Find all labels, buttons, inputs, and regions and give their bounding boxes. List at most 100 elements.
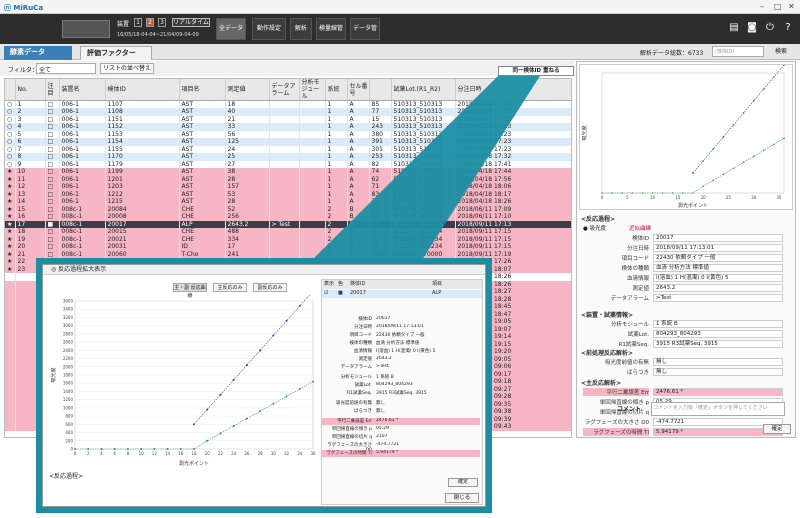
table-cell: 380 [369, 130, 392, 138]
col-value[interactable]: 測定値 [225, 79, 270, 101]
data-point [742, 112, 745, 114]
search-input[interactable]: (検体ID) [712, 46, 764, 57]
table-cell: 510313_510313 [391, 168, 456, 176]
maximize-icon[interactable]: □ [774, 2, 782, 11]
tab-main-sub[interactable]: 主・副 反応曲線 [173, 283, 207, 299]
realtime-button[interactable]: リアルタイム [172, 18, 210, 27]
power-icon[interactable]: ⏻ [764, 22, 776, 34]
col-cell[interactable]: セル番号 [347, 79, 370, 101]
reaction-chart-svg: 0 5 10 15 20 25 30 35 測光ポイント 吸光度 [581, 64, 785, 209]
table-cell: A [347, 175, 370, 183]
device-3-button[interactable]: 3 [158, 18, 166, 27]
data-point [651, 192, 654, 194]
date-range[interactable]: 16/05/18-04-04~21/04/09-04-09 [117, 32, 199, 38]
zoom-confirm-button[interactable]: 確定 [448, 478, 478, 487]
table-cell: 1 [325, 100, 348, 108]
tab-evaluation-factor[interactable]: 評価ファクター [80, 46, 152, 60]
table-row[interactable]: ★ 11 □ 006-1 1201 AST 28 1 A 62 510313_510313 2018/… [5, 175, 571, 183]
table-cell: AST [179, 123, 226, 131]
x-tick-label: 14 [165, 451, 171, 456]
table-cell: 2 [325, 213, 348, 221]
zoom-field: 平行二乗誤差 Err 2476.61 * [322, 418, 480, 425]
col-sample-id[interactable]: 検体ID [105, 79, 180, 101]
table-row[interactable]: ★ 20 □ 008c-1 20031 ID 17 2 B 96 802234_802234 2018… [5, 243, 571, 251]
table-row[interactable]: ★ 10 □ 006-1 1199 AST 38 1 A 74 510313_510313 2018/… [5, 168, 571, 176]
col-device[interactable]: 装置名 [59, 79, 106, 101]
data-point [682, 192, 684, 194]
table-row[interactable]: ★ 15 □ 008c-1 20084 CHE 52 2 B 46 802278_802278 201… [5, 205, 571, 213]
table-row[interactable]: ○ 6 □ 006-1 1154 AST 125 1 A 391 510313_510313 2018… [5, 138, 571, 146]
report-icon[interactable]: ▤ [728, 22, 740, 34]
data-point [773, 143, 775, 146]
col-no[interactable]: No. [15, 79, 46, 101]
col-alarm[interactable]: データアラーム [269, 79, 300, 101]
col-dispense-time[interactable]: 分注日時 [455, 79, 571, 101]
tab-enzyme-data[interactable]: 酵素データ (265) [4, 46, 72, 69]
table-row[interactable]: ★ 16 □ 008c-1 20008 CHE 256 2 B 80 802278_802278 20… [5, 213, 571, 221]
table-row[interactable]: ○ 2 □ 006-1 1108 AST 40 1 A 77 510313_510313 2018/0… [5, 108, 571, 116]
table-row[interactable]: ★ 21 □ 008c-1 20060 T-Cho 241 2 B 179 270000_27000… [5, 250, 571, 258]
nav-all-data[interactable]: 全データ [216, 18, 246, 40]
table-cell [299, 183, 326, 191]
table-row[interactable]: ○ 9 □ 006-1 1179 AST 27 1 A 82 510313_510313 2018/0… [5, 160, 571, 168]
close-icon[interactable]: ✕ [788, 2, 795, 11]
table-row[interactable]: ★ 13 □ 006-1 1212 AST 53 1 A 83 510313_510313 2018/… [5, 190, 571, 198]
table-row[interactable]: ○ 3 □ 006-1 1151 AST 21 1 A 15 510313_510313 2018/0… [5, 115, 571, 123]
confirm-button[interactable]: 確定 [763, 424, 791, 434]
col-item[interactable]: 項目名 [179, 79, 226, 101]
data-point [193, 448, 195, 450]
reaction-chart[interactable]: 0 5 10 15 20 25 30 35 測光ポイント 吸光度 [579, 64, 793, 210]
device-1-button[interactable]: 1 [134, 18, 142, 27]
table-cell: 12 [15, 183, 46, 191]
table-cell: 1 [325, 115, 348, 123]
table-row[interactable]: ★ 17 ■ 008c-1 20017 ALP 2643.2 > Test 2 B 48 804293… [5, 220, 571, 228]
camera-icon[interactable]: ◙ [746, 22, 758, 34]
zoom-chart[interactable]: 0 200 400 600 800 1000 1200 1400 1600 1800 2000 220… [49, 290, 319, 467]
table-cell: AST [179, 130, 226, 138]
series-line-0 [602, 138, 785, 194]
nav-settings[interactable]: 動作設定 [252, 18, 286, 40]
table-cell: □ [45, 183, 60, 191]
table-cell: □ [45, 213, 60, 221]
col-reagent-lot[interactable]: 試薬Lot.(R1_R2) [391, 79, 456, 101]
table-row[interactable]: ★ 14 □ 006-1 1215 AST 28 1 A 32 510313_510313 2018/… [5, 198, 571, 206]
nav-calibration[interactable]: 検量線管理 [316, 18, 346, 52]
table-cell: 20060 [105, 250, 180, 258]
zoom-field-value: 無し [376, 401, 385, 406]
row-check[interactable]: ☑ [324, 290, 328, 296]
data-point [100, 448, 103, 450]
search-button[interactable]: 検索 [768, 46, 794, 57]
table-cell [5, 295, 16, 303]
sort-button[interactable]: リストの並べ替え [100, 63, 154, 74]
comment-input[interactable]: コメントを入力後「確定」ボタンを押してください [651, 402, 785, 416]
data-point [661, 192, 664, 194]
table-row[interactable]: ★ 18 □ 008c-1 20015 CHE 488 2 B 9 802234_802234 201… [5, 228, 571, 236]
nav-analysis[interactable]: 解析 [290, 18, 312, 40]
zoom-close-button[interactable]: 閉じる [445, 493, 479, 503]
table-cell: 1203 [105, 183, 180, 191]
device-2-button[interactable]: 2 [146, 18, 154, 27]
table-cell: ★ [5, 265, 16, 273]
table-row[interactable]: ○ 4 □ 006-1 1152 AST 33 1 A 243 510313_510313 2018/… [5, 123, 571, 131]
table-cell [299, 228, 326, 236]
detail-field: 血清情報 I(溶血) 1 H(混濁) 0 I(黄色) 5 [581, 274, 791, 283]
tab-sub-only[interactable]: 副反応のみ [253, 283, 287, 292]
table-row[interactable]: ○ 8 □ 006-1 1170 AST 25 1 A 253 510313_510313 2018/… [5, 153, 571, 161]
help-icon[interactable]: ? [782, 22, 794, 34]
filter-select[interactable]: 全て [36, 63, 96, 74]
nav-data-management[interactable]: データ管理 [350, 18, 380, 52]
table-row[interactable]: ○ 5 □ 006-1 1153 AST 56 1 A 380 510313_510313 2018/… [5, 130, 571, 138]
table-cell: 20017 [105, 220, 180, 228]
col-focus[interactable]: 注目 [45, 79, 60, 101]
table-row[interactable]: ○ 7 □ 006-1 1155 AST 24 1 A 301 510313_510313 2018/… [5, 145, 571, 153]
table-row[interactable]: ★ 19 □ 008c-1 20021 CHE 334 2 B 31 802234_802234 20… [5, 235, 571, 243]
table-cell: □ [45, 130, 60, 138]
minimize-icon[interactable]: – [760, 2, 764, 11]
col-module[interactable]: 分析モジュール [299, 79, 326, 101]
overlay-same-id-button[interactable]: 同一検体ID 重ねる [498, 66, 574, 76]
table-row[interactable]: ○ 1 □ 006-1 1107 AST 18 1 A 85 510313_510313 2018/0… [5, 100, 571, 108]
table-row[interactable]: ★ 12 □ 006-1 1203 AST 157 1 A 71 510313_510313 2018… [5, 183, 571, 191]
col-line[interactable]: 系統 [325, 79, 348, 101]
zoom-list-row[interactable]: ☑ ■ 20017 ALP [322, 290, 482, 298]
tab-main-only[interactable]: 主反応のみ [213, 283, 247, 292]
